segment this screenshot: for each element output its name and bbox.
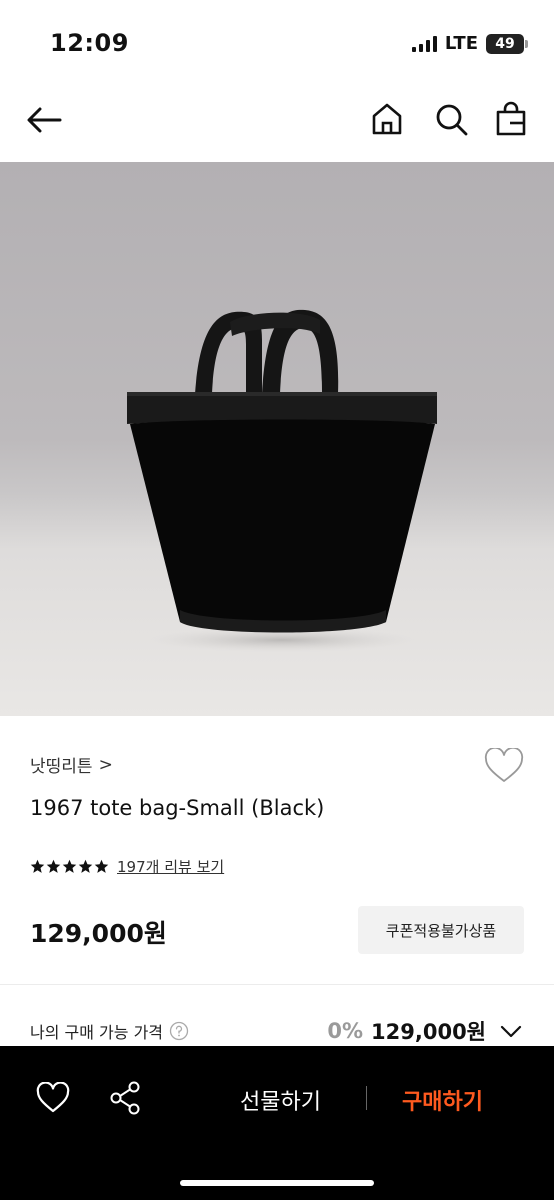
divider: [0, 984, 554, 985]
home-indicator: [180, 1180, 374, 1186]
chevron-right-icon: >: [98, 754, 113, 775]
buy-button[interactable]: 구매하기: [402, 1084, 483, 1116]
question-circle-icon[interactable]: [169, 1021, 189, 1041]
status-time: 12:09: [50, 29, 129, 57]
arrow-left-icon[interactable]: [24, 100, 64, 140]
my-price-label: 나의 구매 가능 가격: [30, 1023, 164, 1042]
brand-name: 낫띵리튼: [30, 757, 93, 777]
heart-icon[interactable]: [484, 748, 524, 784]
rating-row: 197개 리뷰 보기: [30, 856, 224, 877]
signal-icon: [411, 35, 437, 52]
star-icon: [78, 859, 93, 873]
my-price-value: 129,000원: [371, 1020, 486, 1044]
brand-link[interactable]: 낫띵리튼 >: [30, 752, 113, 778]
review-link[interactable]: 197개 리뷰 보기: [117, 856, 224, 877]
rating-stars: [30, 859, 109, 874]
tote-bag-illustration: [127, 309, 437, 652]
shopping-bag-icon[interactable]: [492, 100, 530, 138]
product-image[interactable]: [0, 162, 554, 716]
discount-rate: 0%: [327, 1019, 364, 1043]
product-price: 129,000원: [30, 919, 167, 948]
divider: [366, 1086, 367, 1110]
top-nav: [0, 90, 554, 150]
star-icon: [46, 859, 61, 873]
battery-icon: 49: [486, 33, 528, 54]
gift-button[interactable]: 선물하기: [240, 1084, 321, 1116]
network-label: LTE: [444, 33, 478, 54]
coupon-badge: 쿠폰적용불가상품: [358, 906, 524, 954]
my-price-summary: 0% 129,000원: [327, 1016, 524, 1046]
home-icon[interactable]: [368, 100, 406, 138]
status-indicators: LTE 49: [411, 33, 528, 54]
search-icon[interactable]: [432, 100, 470, 138]
share-icon[interactable]: [108, 1080, 142, 1116]
heart-icon[interactable]: [36, 1082, 70, 1114]
bottom-action-bar: 선물하기 구매하기: [0, 1046, 554, 1200]
star-icon: [62, 859, 77, 873]
star-icon: [30, 859, 45, 873]
product-title: 1967 tote bag-Small (Black): [30, 796, 325, 820]
star-icon: [94, 859, 109, 873]
chevron-down-icon[interactable]: [498, 1018, 524, 1044]
my-price-row[interactable]: 나의 구매 가능 가격 0% 129,000원: [30, 1016, 524, 1046]
status-bar: 12:09 LTE 49: [0, 0, 554, 80]
